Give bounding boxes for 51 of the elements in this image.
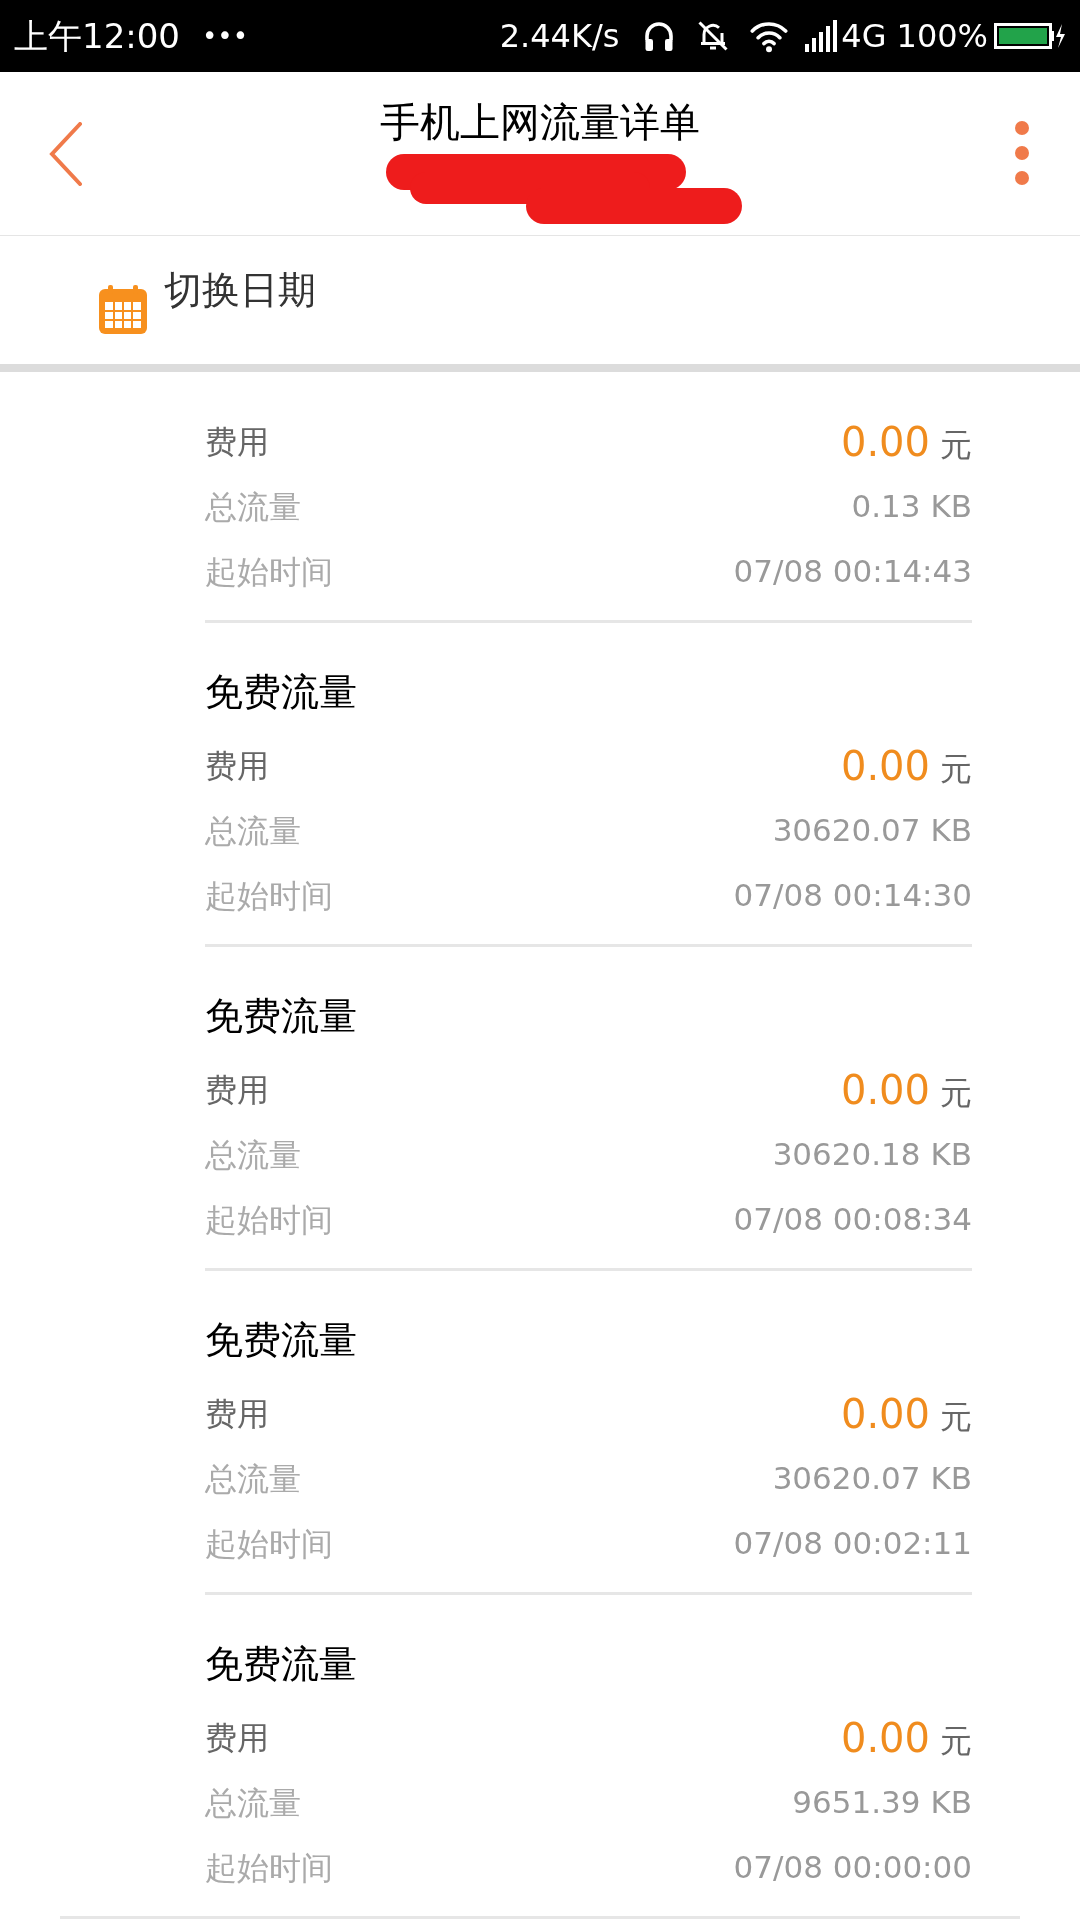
- more-notifications: •••: [202, 19, 248, 53]
- wifi-icon: [749, 19, 790, 53]
- field-label: 费用: [205, 421, 269, 463]
- currency-unit: 元: [940, 1720, 972, 1762]
- currency-unit: 元: [940, 1072, 972, 1114]
- field-label: 费用: [205, 745, 269, 787]
- cost-value: 0.00: [840, 1065, 930, 1115]
- network-speed: 2.44K/s: [499, 16, 620, 57]
- field-label: 费用: [205, 1069, 269, 1111]
- cost-value: 0.00: [840, 1389, 930, 1439]
- cost-value: 0.00: [840, 417, 930, 467]
- field-label: 总流量: [205, 486, 301, 528]
- field-label: 起始时间: [205, 551, 333, 593]
- status-time: 上午12:00: [14, 14, 180, 58]
- field-value: 07/08 00:00:00: [733, 1848, 972, 1888]
- cost-value: 0.00: [840, 1713, 930, 1763]
- record-title: 免费流量: [205, 1316, 358, 1364]
- field-value: 07/08 00:08:34: [733, 1200, 972, 1240]
- field-label: 总流量: [205, 1458, 301, 1500]
- field-value: 30620.07 KB: [772, 1459, 972, 1499]
- currency-unit: 元: [940, 424, 972, 466]
- battery-charging-icon: [994, 22, 1066, 50]
- field-label: 起始时间: [205, 1199, 333, 1241]
- battery-percent: 100%: [896, 16, 988, 57]
- field-label: 费用: [205, 1393, 269, 1435]
- field-value: 30620.18 KB: [772, 1135, 972, 1175]
- currency-unit: 元: [940, 1396, 972, 1438]
- field-value: 9651.39 KB: [792, 1783, 972, 1823]
- field-label: 起始时间: [205, 875, 333, 917]
- field-label: 总流量: [205, 1782, 301, 1824]
- signal-icon: [805, 20, 840, 52]
- field-value: 0.13 KB: [851, 487, 972, 527]
- field-value: 30620.07 KB: [772, 811, 972, 851]
- cost-value: 0.00: [840, 741, 930, 791]
- back-icon[interactable]: [48, 122, 84, 186]
- field-label: 费用: [205, 1717, 269, 1759]
- field-value: 07/08 00:02:11: [733, 1524, 972, 1564]
- field-value: 07/08 00:14:43: [733, 552, 972, 592]
- currency-unit: 元: [940, 748, 972, 790]
- field-label: 总流量: [205, 1134, 301, 1176]
- record-title: 免费流量: [205, 668, 358, 716]
- more-options-icon[interactable]: [1012, 118, 1032, 188]
- field-label: 起始时间: [205, 1847, 333, 1889]
- network-type: 4G: [841, 16, 887, 57]
- calendar-icon: [98, 285, 148, 335]
- field-value: 07/08 00:14:30: [733, 876, 972, 916]
- record-title: 免费流量: [205, 992, 358, 1040]
- field-label: 总流量: [205, 810, 301, 852]
- field-label: 起始时间: [205, 1523, 333, 1565]
- record-title: 免费流量: [205, 1640, 358, 1688]
- page-title: 手机上网流量详单: [380, 98, 700, 146]
